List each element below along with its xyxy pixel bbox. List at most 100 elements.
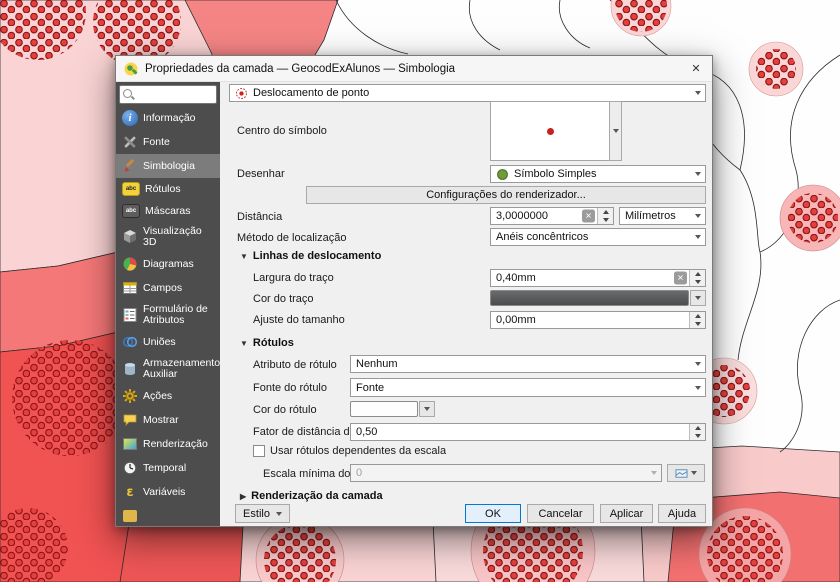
label-distance-factor-spinbox[interactable]: 0,50 bbox=[350, 423, 706, 441]
label-attribute-combobox[interactable]: Nenhum bbox=[350, 355, 706, 373]
paintbrush-icon bbox=[122, 158, 138, 174]
chevron-down-icon bbox=[695, 296, 701, 300]
sidebar-item-temporal[interactable]: Temporal bbox=[116, 456, 220, 480]
label-font-label: Fonte do rótulo bbox=[253, 382, 327, 395]
placement-method-combobox[interactable]: Anéis concêntricos bbox=[490, 228, 706, 246]
dialog-titlebar[interactable]: Propriedades da camada — GeocodExAlunos … bbox=[116, 56, 712, 82]
stroke-color-swatch[interactable] bbox=[490, 290, 689, 306]
point-displacement-icon bbox=[235, 87, 248, 100]
spin-buttons[interactable] bbox=[597, 208, 613, 224]
min-scale-combobox[interactable]: 0 bbox=[350, 464, 662, 482]
distance-unit-combobox[interactable]: Milímetros bbox=[619, 207, 706, 225]
spin-buttons[interactable] bbox=[689, 424, 705, 440]
attributes-form-icon bbox=[122, 307, 138, 323]
label-color-swatch[interactable] bbox=[350, 401, 418, 417]
dialog-title: Propriedades da camada — GeocodExAlunos … bbox=[145, 63, 455, 75]
spin-up-icon bbox=[695, 426, 701, 430]
label-font-button[interactable]: Fonte bbox=[350, 378, 706, 397]
stroke-color-button[interactable] bbox=[490, 290, 706, 306]
chevron-down-icon bbox=[651, 471, 657, 475]
center-symbol-preview[interactable] bbox=[490, 101, 610, 161]
masks-icon: abc bbox=[122, 204, 140, 218]
help-button[interactable]: Ajuda bbox=[658, 504, 706, 523]
collapsed-triangle-icon: ▶ bbox=[240, 492, 246, 501]
sidebar-item-mascaras[interactable]: abc Máscaras bbox=[116, 200, 220, 222]
sidebar-search[interactable] bbox=[119, 85, 217, 104]
stroke-width-spinbox[interactable]: 0,40mm ✕ bbox=[490, 269, 706, 287]
chevron-down-icon bbox=[424, 407, 430, 411]
stroke-width-label: Largura do traço bbox=[253, 272, 334, 285]
properties-sidebar: i Informação Fonte Simbologia abc bbox=[116, 82, 220, 526]
sidebar-search-input[interactable] bbox=[132, 86, 214, 103]
chevron-down-icon bbox=[695, 172, 701, 176]
sub-renderer-combobox[interactable]: Símbolo Simples bbox=[490, 165, 706, 183]
sidebar-item-3d[interactable]: Visualização 3D bbox=[116, 222, 220, 252]
search-icon bbox=[123, 89, 132, 98]
sidebar-item-mostrar[interactable]: Mostrar bbox=[116, 408, 220, 432]
sidebar-item-armazenamento[interactable]: Armazenamento Auxiliar bbox=[116, 354, 220, 384]
sidebar-nav: i Informação Fonte Simbologia abc bbox=[116, 106, 220, 526]
sidebar-item-unioes[interactable]: Uniões bbox=[116, 330, 220, 354]
clear-value-icon[interactable]: ✕ bbox=[674, 272, 687, 285]
size-adjust-label: Ajuste do tamanho bbox=[253, 314, 345, 327]
scale-dependent-checkbox-row[interactable]: Usar rótulos dependentes da escala bbox=[253, 445, 446, 457]
sidebar-item-simbologia[interactable]: Simbologia bbox=[116, 154, 220, 178]
spin-up-icon bbox=[603, 210, 609, 214]
spin-down-icon bbox=[695, 322, 701, 326]
clear-value-icon[interactable]: ✕ bbox=[582, 210, 595, 223]
stroke-color-label: Cor do traço bbox=[253, 293, 314, 306]
rendering-icon bbox=[122, 436, 138, 452]
center-symbol-dropdown-button[interactable] bbox=[609, 101, 622, 161]
labels-icon: abc bbox=[122, 182, 140, 196]
spin-buttons[interactable] bbox=[689, 270, 705, 286]
stroke-color-dropdown[interactable] bbox=[690, 290, 706, 306]
size-adjust-spinbox[interactable]: 0,00mm bbox=[490, 311, 706, 329]
speech-bubble-icon bbox=[122, 412, 138, 428]
single-symbol-icon bbox=[496, 168, 509, 181]
spin-buttons[interactable] bbox=[689, 312, 705, 328]
chevron-down-icon bbox=[695, 91, 701, 95]
sidebar-item-more[interactable] bbox=[116, 504, 220, 526]
layer-rendering-group-header[interactable]: ▶ Renderização da camada bbox=[240, 490, 383, 502]
close-icon[interactable]: ✕ bbox=[680, 56, 712, 82]
sidebar-item-campos[interactable]: Campos bbox=[116, 276, 220, 300]
labels-group-header[interactable]: ▼ Rótulos bbox=[240, 337, 294, 349]
cancel-button[interactable]: Cancelar bbox=[527, 504, 594, 523]
spin-up-icon bbox=[695, 272, 701, 276]
sidebar-item-fonte[interactable]: Fonte bbox=[116, 130, 220, 154]
style-menu-button[interactable]: Estilo bbox=[235, 504, 290, 523]
chevron-down-icon bbox=[691, 471, 697, 475]
map-scale-icon bbox=[675, 467, 688, 480]
apply-button[interactable]: Aplicar bbox=[600, 504, 653, 523]
distance-spinbox[interactable]: 3,0000000 ✕ bbox=[490, 207, 614, 225]
placement-method-label: Método de localização bbox=[237, 232, 346, 245]
sidebar-item-formulario[interactable]: Formulário de Atributos bbox=[116, 300, 220, 330]
sidebar-item-acoes[interactable]: Ações bbox=[116, 384, 220, 408]
sidebar-item-variaveis[interactable]: ε Variáveis bbox=[116, 480, 220, 504]
chevron-down-icon bbox=[613, 129, 619, 133]
sidebar-item-rotulos[interactable]: abc Rótulos bbox=[116, 178, 220, 200]
clock-icon bbox=[122, 460, 138, 476]
label-attribute-label: Atributo de rótulo bbox=[253, 359, 337, 372]
label-color-dropdown[interactable] bbox=[419, 401, 435, 417]
distance-label: Distância bbox=[237, 211, 282, 224]
pie-chart-icon bbox=[122, 256, 138, 272]
spin-down-icon bbox=[695, 280, 701, 284]
set-current-scale-button[interactable] bbox=[667, 464, 705, 482]
joins-icon bbox=[122, 334, 138, 350]
sidebar-item-diagramas[interactable]: Diagramas bbox=[116, 252, 220, 276]
sidebar-item-informacao[interactable]: i Informação bbox=[116, 106, 220, 130]
displacement-lines-group-header[interactable]: ▼ Linhas de deslocamento bbox=[240, 250, 381, 262]
checkbox-unchecked[interactable] bbox=[253, 445, 265, 457]
label-color-button[interactable] bbox=[350, 401, 435, 417]
chevron-down-icon bbox=[695, 386, 701, 390]
symbology-panel: Deslocamento de ponto Centro do símbolo … bbox=[220, 82, 712, 526]
renderer-combobox[interactable]: Deslocamento de ponto bbox=[229, 84, 706, 102]
cube-3d-icon bbox=[122, 229, 138, 245]
sidebar-item-renderizacao[interactable]: Renderização bbox=[116, 432, 220, 456]
ok-button[interactable]: OK bbox=[465, 504, 521, 523]
collapse-triangle-icon: ▼ bbox=[240, 252, 248, 261]
chevron-down-icon bbox=[276, 512, 282, 516]
gear-icon bbox=[122, 388, 138, 404]
renderer-settings-button[interactable]: Configurações do renderizador... bbox=[306, 186, 706, 204]
